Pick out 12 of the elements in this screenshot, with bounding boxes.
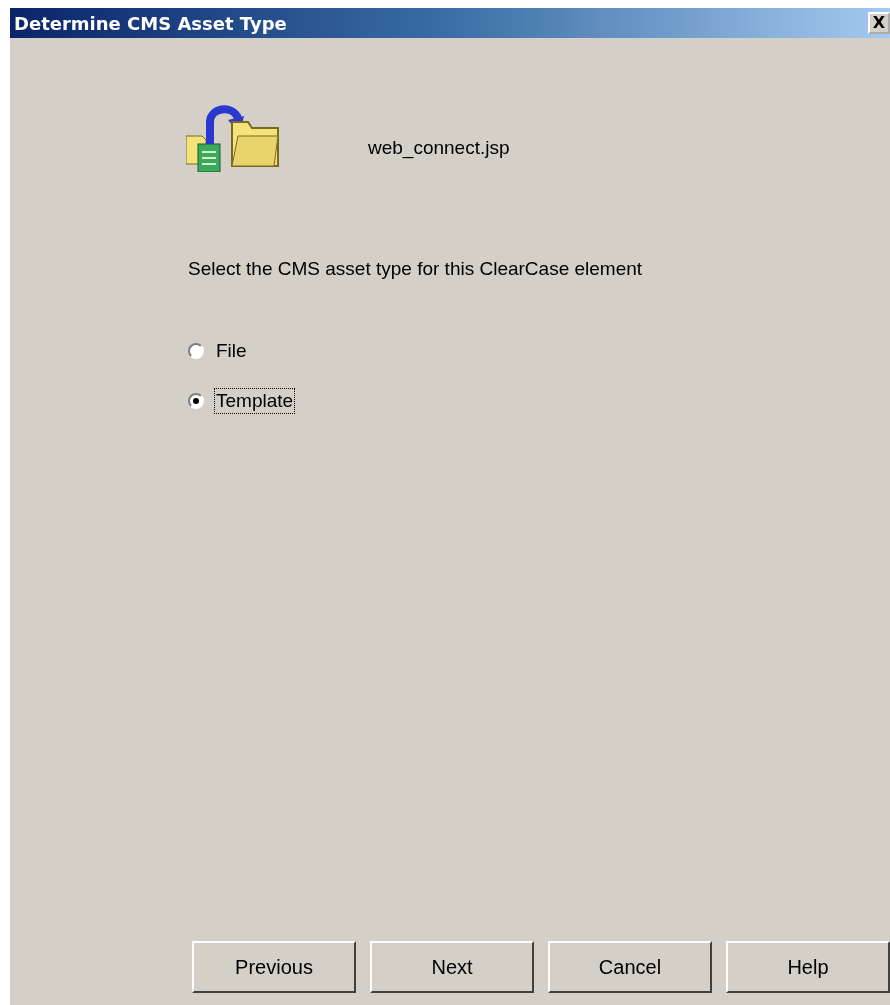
- file-name: web_connect.jsp: [368, 137, 510, 159]
- radio-button[interactable]: [188, 393, 204, 409]
- dialog-button[interactable]: Next: [370, 941, 534, 993]
- dialog-button[interactable]: Help: [726, 941, 890, 993]
- option-label[interactable]: File: [214, 338, 249, 364]
- close-button[interactable]: X: [868, 12, 890, 34]
- window-title: Determine CMS Asset Type: [14, 12, 287, 34]
- dialog-button[interactable]: Previous: [192, 941, 356, 993]
- instruction-text: Select the CMS asset type for this ClearCase element: [188, 258, 644, 280]
- dialog-button[interactable]: Cancel: [548, 941, 712, 993]
- radio-button[interactable]: [188, 343, 204, 359]
- option-label[interactable]: Template: [214, 388, 296, 414]
